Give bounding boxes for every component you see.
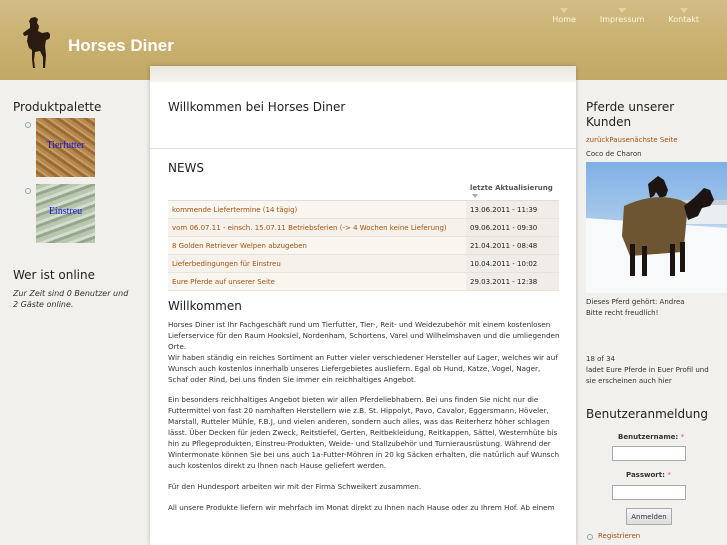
news-date: 10.04.2011 - 10:02	[466, 254, 559, 273]
table-row: Eure Pferde auf unserer Seite 29.03.2011…	[168, 272, 559, 291]
welcome-paragraph: Ein besonders reichhaltiges Angebot biet…	[168, 395, 560, 470]
right-sidebar: Pferde unserer Kunden zurückPausenächste…	[586, 100, 727, 540]
bullet-icon	[587, 534, 593, 540]
column-last-update[interactable]: letzte Aktualisierung	[466, 184, 559, 201]
news-header-row: letzte Aktualisierung	[168, 184, 559, 201]
content-top-bar	[150, 66, 576, 82]
product-thumb-einstreu[interactable]: Einstreu	[36, 184, 95, 243]
online-status-text: Zur Zeit sind 0 Benutzer und 2 Gäste onl…	[13, 289, 129, 309]
product-label-tierfutter: Tierfutter	[46, 140, 85, 151]
product-item-einstreu: Einstreu	[25, 184, 105, 246]
bullet-icon	[25, 122, 31, 128]
news-date: 29.03.2011 - 12:38	[466, 272, 559, 291]
news-title-link[interactable]: vom 06.07.11 - einsch. 15.07.11 Betriebs…	[168, 218, 466, 237]
horse-photo[interactable]	[586, 162, 727, 293]
gallery-nav[interactable]: zurückPausenächste Seite	[586, 136, 678, 144]
welcome-heading: Willkommen	[168, 299, 242, 313]
who-is-online-block: Wer ist online Zur Zeit sind 0 Benutzer …	[13, 268, 133, 310]
news-title-link[interactable]: kommende Liefertermine (14 tägig)	[168, 200, 466, 219]
table-row: 8 Golden Retriever Welpen abzugeben 21.0…	[168, 236, 559, 255]
main-nav: Home Impressum Kontakt	[552, 8, 699, 24]
product-label-einstreu: Einstreu	[48, 206, 83, 217]
product-list: Tierfutter Einstreu	[25, 118, 105, 250]
register-link[interactable]: Registrieren	[586, 532, 640, 540]
welcome-body: Horses Diner ist Ihr Fachgeschäft rund u…	[168, 320, 562, 524]
product-item-tierfutter: Tierfutter	[25, 118, 105, 180]
welcome-paragraph: Horses Diner ist Ihr Fachgeschäft rund u…	[168, 320, 560, 384]
horse-name: Coco de Charon	[586, 150, 642, 158]
left-sidebar: Produktpalette Tierfutter Einstreu	[13, 100, 133, 243]
produktpalette-heading: Produktpalette	[13, 100, 102, 114]
news-date: 21.04.2011 - 08:48	[466, 236, 559, 255]
main-content: Willkommen bei Horses Diner NEWS letzte …	[150, 66, 576, 545]
divider	[150, 148, 576, 149]
login-button[interactable]: Anmelden	[626, 508, 672, 525]
username-label: Benutzername: *	[618, 433, 685, 441]
news-title-link[interactable]: Lieferbedingungen für Einstreu	[168, 254, 466, 273]
nav-impressum[interactable]: Impressum	[600, 8, 644, 24]
table-row: Lieferbedingungen für Einstreu 10.04.201…	[168, 254, 559, 273]
welcome-paragraph: All unsere Produkte liefern wir mehrfach…	[168, 502, 555, 512]
horse-caption: Dieses Pferd gehört: Andrea Bitte recht f…	[586, 298, 685, 317]
horse-rider-logo[interactable]	[20, 16, 50, 68]
password-label: Passwort: *	[626, 471, 671, 479]
bullet-icon	[25, 188, 31, 194]
horse-photo-image	[586, 176, 727, 293]
table-row: vom 06.07.11 - einsch. 15.07.11 Betriebs…	[168, 218, 559, 237]
news-date: 13.06.2011 - 11:39	[466, 200, 559, 219]
product-thumb-tierfutter[interactable]: Tierfutter	[36, 118, 95, 177]
site-title[interactable]: Horses Diner	[68, 36, 174, 56]
news-title-link[interactable]: 8 Golden Retriever Welpen abzugeben	[168, 236, 466, 255]
table-row: kommende Liefertermine (14 tägig) 13.06.…	[168, 200, 559, 219]
news-date: 09.06.2011 - 09:30	[466, 218, 559, 237]
nav-kontakt[interactable]: Kontakt	[668, 8, 699, 24]
news-title-link[interactable]: Eure Pferde auf unserer Seite	[168, 272, 466, 291]
sort-desc-icon	[472, 194, 478, 198]
news-table: letzte Aktualisierung kommende Lieferter…	[168, 184, 559, 291]
password-input[interactable]	[612, 485, 686, 500]
login-heading: Benutzeranmeldung	[586, 407, 708, 421]
nav-home[interactable]: Home	[552, 8, 576, 24]
gallery-counter: 18 of 34 ladet Eure Pferde in Euer Profil…	[586, 355, 709, 385]
page-title: Willkommen bei Horses Diner	[168, 100, 346, 114]
welcome-paragraph: Für den Hundesport arbeiten wir mit der …	[168, 481, 422, 491]
username-input[interactable]	[612, 446, 686, 461]
customer-horses-heading: Pferde unserer Kunden	[586, 100, 675, 129]
who-is-online-heading: Wer ist online	[13, 268, 96, 282]
news-heading: NEWS	[168, 161, 205, 175]
